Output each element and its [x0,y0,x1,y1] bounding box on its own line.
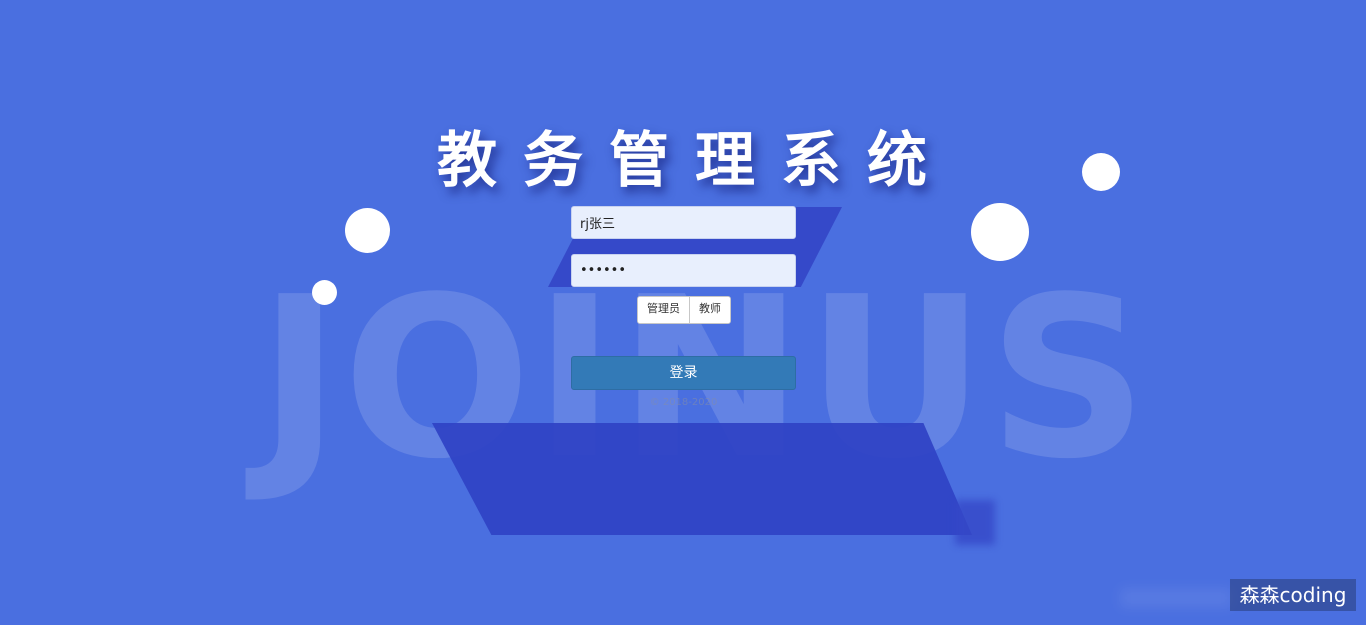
decorative-circle [971,203,1029,261]
decorative-circle [312,280,337,305]
role-admin-button[interactable]: 管理员 [638,297,689,323]
decorative-shadow [955,500,995,545]
role-teacher-button[interactable]: 教师 [689,297,730,323]
login-page: JOINUS 教务管理系统 管理员 教师 登录 © 2018-2020 森森co… [0,0,1366,625]
copyright-text: © 2018-2020 [649,397,718,408]
decorative-circle [345,208,390,253]
decorative-circle [1082,153,1120,191]
watermark-blur [1120,588,1232,608]
decorative-parallelogram-bottom [432,423,972,535]
username-input[interactable] [571,206,796,239]
page-title: 教务管理系统 [437,126,953,196]
role-selector: 管理员 教师 [637,296,731,324]
watermark-label: 森森coding [1230,579,1356,611]
password-input[interactable] [571,254,796,287]
login-button[interactable]: 登录 [571,356,796,390]
